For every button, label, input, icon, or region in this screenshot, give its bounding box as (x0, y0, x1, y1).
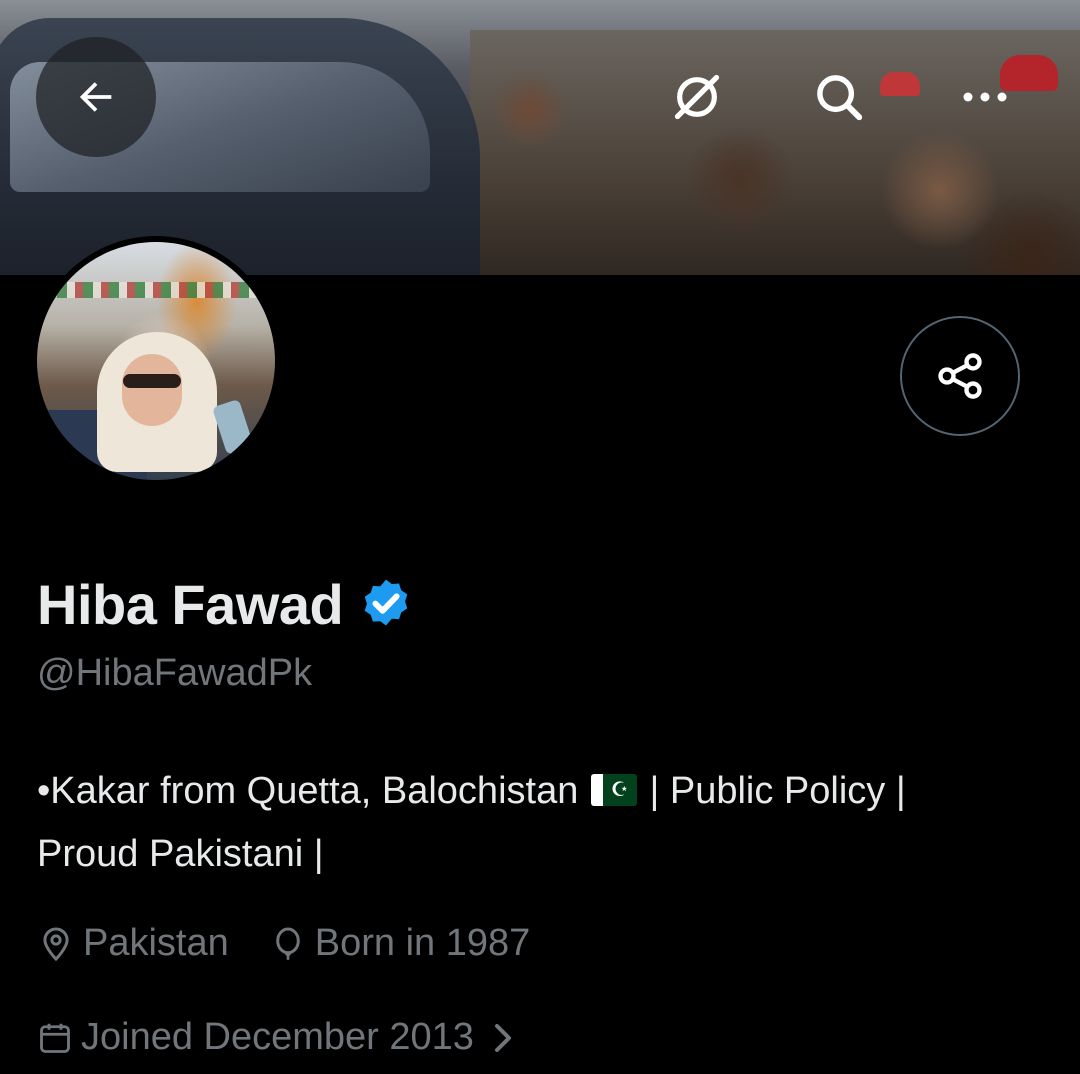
profile-meta-row: Pakistan Born in 1987 (37, 922, 570, 965)
verified-badge-icon[interactable] (357, 576, 415, 634)
bio-text-part1: •Kakar from Quetta, Balochistan (37, 770, 589, 812)
avatar-face (122, 354, 182, 426)
share-button[interactable] (900, 316, 1020, 436)
profile-name-row: Hiba Fawad (37, 572, 415, 637)
bio-text-part2: | Public Policy | (638, 770, 906, 812)
search-icon (817, 75, 863, 121)
balloon-icon (275, 926, 300, 960)
search-button[interactable] (779, 37, 899, 157)
avatar-sunglasses (123, 374, 181, 388)
location-item: Pakistan (37, 922, 229, 965)
profile-banner[interactable] (0, 0, 1080, 275)
hide-button[interactable] (637, 37, 757, 157)
pakistan-flag-icon (590, 774, 637, 806)
birth-item: Born in 1987 (269, 922, 531, 965)
profile-page: Hiba Fawad @HibaFawadPk •Kakar from Quet… (0, 0, 1080, 1074)
chevron-right-icon[interactable] (490, 1022, 516, 1054)
location-pin-icon (43, 926, 69, 961)
eye-off-icon (674, 74, 720, 120)
bio-text-line2: Proud Pakistani | (37, 833, 324, 875)
back-button[interactable] (36, 37, 156, 157)
avatar-phone (211, 398, 255, 456)
birth-text: Born in 1987 (314, 922, 531, 964)
arrow-left-icon (79, 82, 112, 112)
profile-name: Hiba Fawad (37, 573, 344, 636)
joined-item[interactable]: Joined December 2013 (37, 1016, 474, 1059)
more-button[interactable] (925, 37, 1045, 157)
profile-avatar[interactable] (31, 236, 281, 486)
profile-handle: @HibaFawadPk (37, 652, 313, 694)
joined-row[interactable]: Joined December 2013 (37, 1016, 516, 1059)
joined-text: Joined December 2013 (81, 1016, 474, 1058)
more-horizontal-icon (963, 92, 1007, 102)
avatar-bunting (57, 282, 257, 298)
location-text: Pakistan (83, 922, 229, 964)
avatar-image (37, 242, 275, 480)
share-icon (938, 353, 982, 399)
calendar-icon (40, 1023, 70, 1053)
profile-bio: •Kakar from Quetta, Balochistan | Public… (37, 760, 1047, 886)
